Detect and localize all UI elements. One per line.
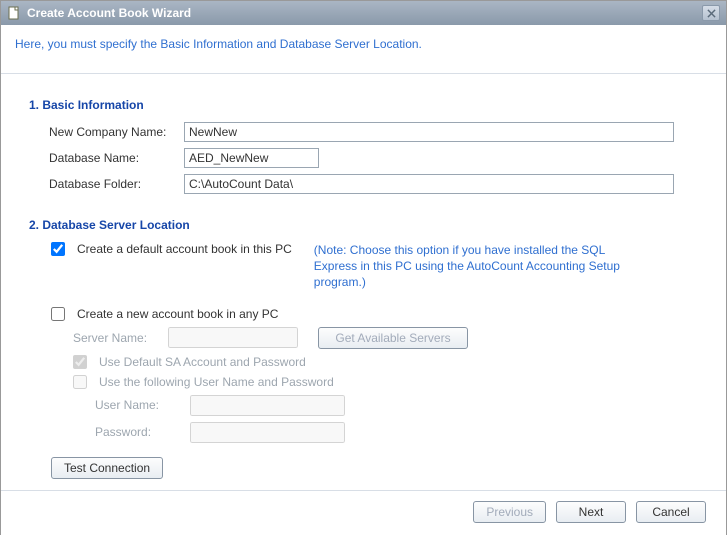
next-button[interactable]: Next: [556, 501, 626, 523]
cancel-button[interactable]: Cancel: [636, 501, 706, 523]
database-name-input[interactable]: [184, 148, 319, 168]
section-basic-heading: 1. Basic Information: [29, 98, 698, 112]
password-label: Password:: [95, 425, 190, 439]
create-default-checkbox[interactable]: [51, 242, 65, 256]
use-following-label: Use the following User Name and Password: [99, 375, 334, 389]
row-company-name: New Company Name:: [49, 122, 698, 142]
section-server-heading: 2. Database Server Location: [29, 218, 698, 232]
server-name-label: Server Name:: [73, 331, 168, 345]
titlebar: Create Account Book Wizard: [1, 1, 726, 25]
footer-buttons: Previous Next Cancel: [1, 490, 726, 535]
server-name-input: [168, 327, 298, 348]
row-server-name: Server Name: Get Available Servers: [73, 327, 698, 349]
company-name-input[interactable]: [184, 122, 674, 142]
row-use-following: Use the following User Name and Password: [73, 375, 698, 389]
row-database-name: Database Name:: [49, 148, 698, 168]
row-username: User Name:: [95, 395, 698, 416]
close-button[interactable]: [702, 5, 720, 21]
window-title: Create Account Book Wizard: [27, 6, 191, 20]
company-name-label: New Company Name:: [49, 125, 184, 139]
use-default-sa-label: Use Default SA Account and Password: [99, 355, 306, 369]
content-area: 1. Basic Information New Company Name: D…: [1, 74, 726, 489]
create-default-note: (Note: Choose this option if you have in…: [314, 242, 644, 291]
password-input: [190, 422, 345, 443]
instruction-text: Here, you must specify the Basic Informa…: [1, 25, 726, 74]
create-anypc-label: Create a new account book in any PC: [77, 307, 278, 321]
database-folder-input[interactable]: [184, 174, 674, 194]
username-input: [190, 395, 345, 416]
row-use-default-sa: Use Default SA Account and Password: [73, 355, 698, 369]
row-create-default: Create a default account book in this PC…: [51, 242, 698, 291]
create-default-label: Create a default account book in this PC: [77, 242, 292, 256]
previous-button: Previous: [473, 501, 546, 523]
database-folder-label: Database Folder:: [49, 177, 184, 191]
row-database-folder: Database Folder:: [49, 174, 698, 194]
row-create-anypc: Create a new account book in any PC: [51, 307, 698, 321]
database-name-label: Database Name:: [49, 151, 184, 165]
document-icon: [7, 6, 21, 20]
get-available-servers-button: Get Available Servers: [318, 327, 468, 349]
use-following-checkbox: [73, 375, 87, 389]
row-password: Password:: [95, 422, 698, 443]
create-anypc-checkbox[interactable]: [51, 307, 65, 321]
username-label: User Name:: [95, 398, 190, 412]
test-connection-button[interactable]: Test Connection: [51, 457, 163, 479]
use-default-sa-checkbox: [73, 355, 87, 369]
